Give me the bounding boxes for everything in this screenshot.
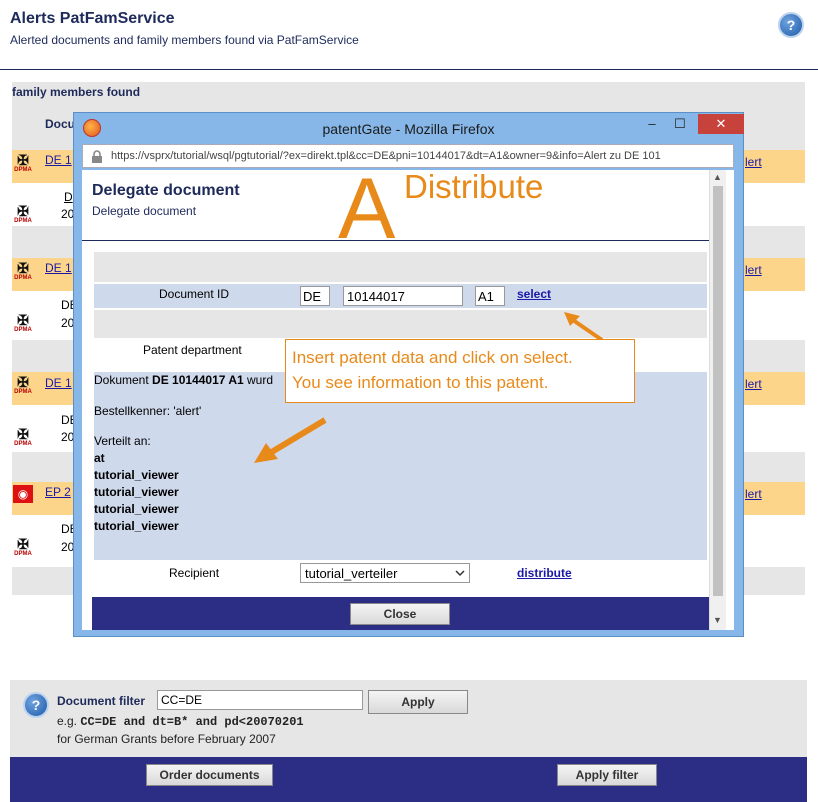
maximize-icon[interactable]: ☐ (666, 114, 694, 134)
recipient-select-value: tutorial_verteiler (305, 566, 398, 581)
alert-link[interactable]: lert (745, 263, 762, 277)
recipient-item: at (94, 451, 105, 465)
close-button[interactable]: Close (350, 603, 450, 625)
dpma-eagle-icon: ✠ DPMA (14, 536, 32, 557)
filter-example-code: CC=DE and dt=B* and pd<20070201 (80, 715, 304, 729)
info-prefix: Dokument (94, 373, 149, 387)
dpma-eagle-icon: ✠ DPMA (14, 260, 32, 281)
annotation-step-letter: A (338, 170, 396, 257)
page-title: Alerts PatFamService (10, 10, 175, 27)
annotation-arrow-info (254, 417, 327, 463)
epo-logo-icon: ◉ (13, 485, 33, 503)
filter-help-icon[interactable]: ? (23, 692, 49, 718)
url-bar[interactable]: https://vsprx/tutorial/wsql/pgtutorial/?… (82, 144, 734, 168)
filter-hint: for German Grants before February 2007 (57, 732, 276, 746)
filter-example: e.g. CC=DE and dt=B* and pd<20070201 (57, 714, 304, 729)
patent-department-label: Patent department (143, 343, 242, 357)
document-link[interactable]: DE 1 (45, 153, 72, 167)
document-filter-input[interactable] (157, 690, 363, 710)
distribute-link[interactable]: distribute (517, 566, 572, 580)
dpma-eagle-icon: ✠ DPMA (14, 203, 32, 224)
minimize-icon[interactable]: – (638, 114, 666, 134)
dpma-eagle-icon: ✠ DPMA (14, 312, 32, 333)
select-link[interactable]: select (517, 287, 551, 301)
instruction-line-2: You see information to this patent. (292, 373, 549, 392)
scrollbar[interactable]: ▲ ▼ (709, 170, 726, 630)
header-divider (0, 69, 818, 70)
scroll-thumb[interactable] (713, 186, 723, 596)
instruction-callout: Insert patent data and click on select. … (285, 339, 635, 403)
filter-example-prefix: e.g. (57, 714, 78, 728)
info-suffix: wurd (247, 373, 274, 387)
order-code-line: Bestellkenner: 'alert' (94, 404, 202, 418)
apply-button[interactable]: Apply (368, 690, 468, 714)
kind-code-input[interactable] (475, 286, 505, 306)
annotation-distribute: Distribute (404, 170, 544, 205)
apply-filter-button[interactable]: Apply filter (557, 764, 657, 786)
recipient-select[interactable]: tutorial_verteiler (300, 563, 470, 583)
distributed-label: Verteilt an: (94, 434, 151, 448)
recipient-item: tutorial_viewer (94, 485, 179, 499)
scroll-up-icon[interactable]: ▲ (713, 172, 722, 182)
popup-titlebar[interactable]: patentGate - Mozilla Firefox – ☐ ✕ (74, 113, 744, 143)
recipient-item: tutorial_viewer (94, 519, 179, 533)
document-link[interactable]: EP 2 (45, 485, 71, 499)
alert-link[interactable]: lert (745, 155, 762, 169)
window-close-icon[interactable]: ✕ (698, 114, 744, 134)
alert-link[interactable]: lert (745, 377, 762, 391)
bottom-action-bar (10, 757, 807, 802)
column-header-document: Docu (45, 117, 75, 131)
help-icon[interactable]: ? (778, 12, 804, 38)
family-section-heading: family members found (12, 85, 141, 99)
dpma-eagle-icon: ✠ DPMA (14, 152, 32, 173)
document-number-input[interactable] (343, 286, 463, 306)
scroll-down-icon[interactable]: ▼ (713, 615, 722, 625)
form-spacer-row (94, 252, 707, 282)
recipient-item: tutorial_viewer (94, 468, 179, 482)
form-spacer-row (94, 310, 707, 338)
document-link[interactable]: DE 1 (45, 376, 72, 390)
document-id-label: Document ID (159, 287, 230, 301)
chevron-down-icon (455, 570, 465, 577)
recipient-item: tutorial_viewer (94, 502, 179, 516)
page-subtitle: Alerted documents and family members fou… (10, 33, 359, 47)
delegate-heading: Delegate document (92, 182, 240, 199)
order-documents-button[interactable]: Order documents (146, 764, 273, 786)
alert-link[interactable]: lert (745, 487, 762, 501)
content-divider (82, 240, 718, 241)
instruction-line-1: Insert patent data and click on select. (292, 348, 573, 367)
delegate-subheading: Delegate document (92, 204, 197, 218)
dpma-eagle-icon: ✠ DPMA (14, 374, 32, 395)
lock-icon (92, 150, 102, 163)
recipient-label: Recipient (169, 566, 220, 580)
document-info-line: Dokument DE 10144017 A1 wurd (94, 373, 273, 387)
popup-window: patentGate - Mozilla Firefox – ☐ ✕ https… (73, 112, 744, 637)
url-text: https://vsprx/tutorial/wsql/pgtutorial/?… (111, 150, 661, 162)
info-document: DE 10144017 A1 (152, 373, 244, 387)
family-member-code: D (64, 190, 73, 204)
document-link[interactable]: DE 1 (45, 261, 72, 275)
document-filter-label: Document filter (57, 694, 146, 708)
popup-content: Delegate document Delegate document Docu… (82, 170, 734, 630)
dpma-eagle-icon: ✠ DPMA (14, 426, 32, 447)
country-code-input[interactable] (300, 286, 330, 306)
